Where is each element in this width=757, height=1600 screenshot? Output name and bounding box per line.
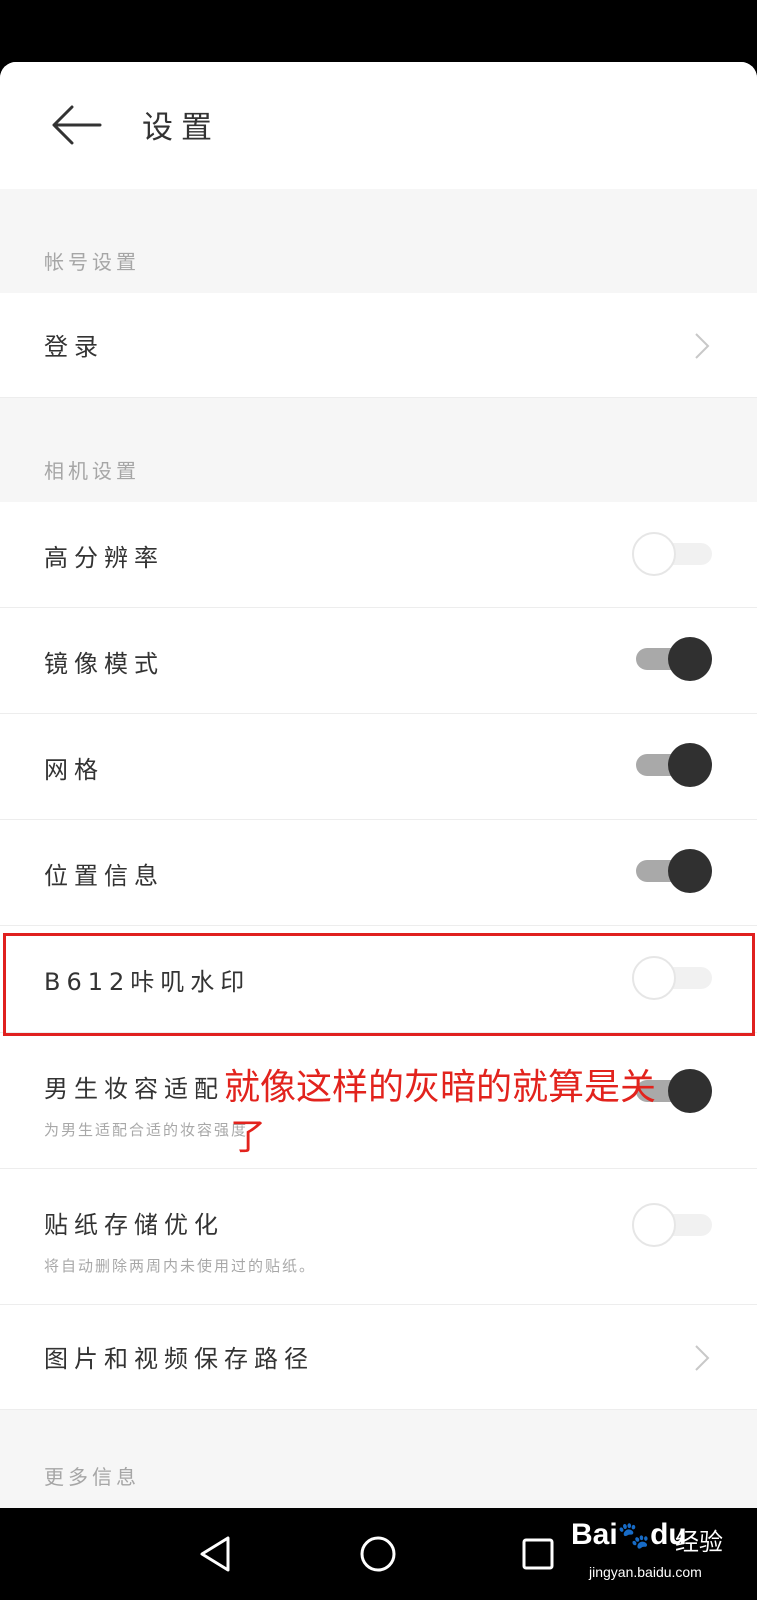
section-title: 更多信息: [44, 1465, 140, 1489]
setting-label: 位置信息: [44, 862, 164, 890]
settings-screen: 设置 帐号设置 登录 相机设置 高分辨率 镜像模式 网格 位置信息 B612咔叽…: [0, 62, 757, 1508]
watermark-toggle[interactable]: [632, 956, 712, 1000]
nav-home-button[interactable]: [348, 1526, 408, 1582]
setting-label: 镜像模式: [44, 650, 164, 678]
setting-row-location[interactable]: 位置信息: [0, 820, 757, 926]
toggle-knob: [632, 1203, 676, 1247]
app-header: 设置: [0, 62, 757, 189]
toggle-knob: [668, 743, 712, 787]
baidu-jingyan-watermark: Bai🐾du 经验 jingyan.baidu.com: [567, 1512, 747, 1592]
triangle-back-icon: [200, 1536, 230, 1572]
section-header-more: 更多信息: [0, 1410, 757, 1508]
section-title: 相机设置: [44, 459, 140, 483]
chevron-right-icon: [695, 333, 710, 359]
annotation-text: 就像这样的灰暗的就算是关: [224, 1067, 657, 1108]
square-recents-icon: [522, 1538, 554, 1570]
back-button[interactable]: [48, 98, 108, 152]
login-row[interactable]: 登录: [0, 293, 757, 398]
page-title: 设置: [142, 110, 220, 146]
watermark-url: jingyan.baidu.com: [589, 1564, 702, 1580]
toggle-knob: [632, 956, 676, 1000]
setting-label: 高分辨率: [44, 544, 164, 572]
section-header-camera: 相机设置: [0, 398, 757, 502]
sticker-storage-toggle[interactable]: [632, 1203, 712, 1247]
setting-label: 图片和视频保存路径: [44, 1345, 314, 1373]
toggle-knob: [668, 637, 712, 681]
circle-home-icon: [360, 1536, 396, 1572]
setting-row-grid[interactable]: 网格: [0, 714, 757, 820]
annotation-text-line2: 了: [230, 1117, 267, 1158]
setting-row-watermark[interactable]: B612咔叽水印: [0, 926, 757, 1033]
grid-toggle[interactable]: [632, 743, 712, 787]
section-title: 帐号设置: [44, 250, 140, 274]
baidu-logo: Bai🐾du: [571, 1518, 687, 1551]
setting-label: 男生妆容适配: [44, 1075, 224, 1103]
setting-label: B612咔叽水印: [44, 968, 251, 996]
setting-description: 将自动删除两周内未使用过的贴纸。: [44, 1257, 317, 1275]
toggle-knob: [668, 1069, 712, 1113]
nav-back-button[interactable]: [188, 1526, 248, 1582]
toggle-knob: [668, 849, 712, 893]
section-header-account: 帐号设置: [0, 189, 757, 293]
setting-description: 为男生适配合适的妆容强度: [44, 1121, 249, 1139]
watermark-jingyan: 经验: [675, 1528, 723, 1556]
status-bar: [0, 0, 757, 64]
setting-row-sticker-storage[interactable]: 贴纸存储优化 将自动删除两周内未使用过的贴纸。: [0, 1169, 757, 1305]
paw-icon: 🐾: [617, 1520, 651, 1550]
nav-recents-button[interactable]: [508, 1526, 568, 1582]
setting-row-mirror-mode[interactable]: 镜像模式: [0, 608, 757, 714]
back-arrow-icon: [52, 105, 102, 145]
toggle-knob: [632, 532, 676, 576]
setting-label: 网格: [44, 756, 104, 784]
save-path-row[interactable]: 图片和视频保存路径: [0, 1305, 757, 1410]
mirror-mode-toggle[interactable]: [632, 637, 712, 681]
setting-row-high-resolution[interactable]: 高分辨率: [0, 502, 757, 608]
chevron-right-icon: [695, 1345, 710, 1371]
location-toggle[interactable]: [632, 849, 712, 893]
setting-label: 贴纸存储优化: [44, 1211, 224, 1239]
high-resolution-toggle[interactable]: [632, 532, 712, 576]
login-label: 登录: [44, 333, 104, 361]
